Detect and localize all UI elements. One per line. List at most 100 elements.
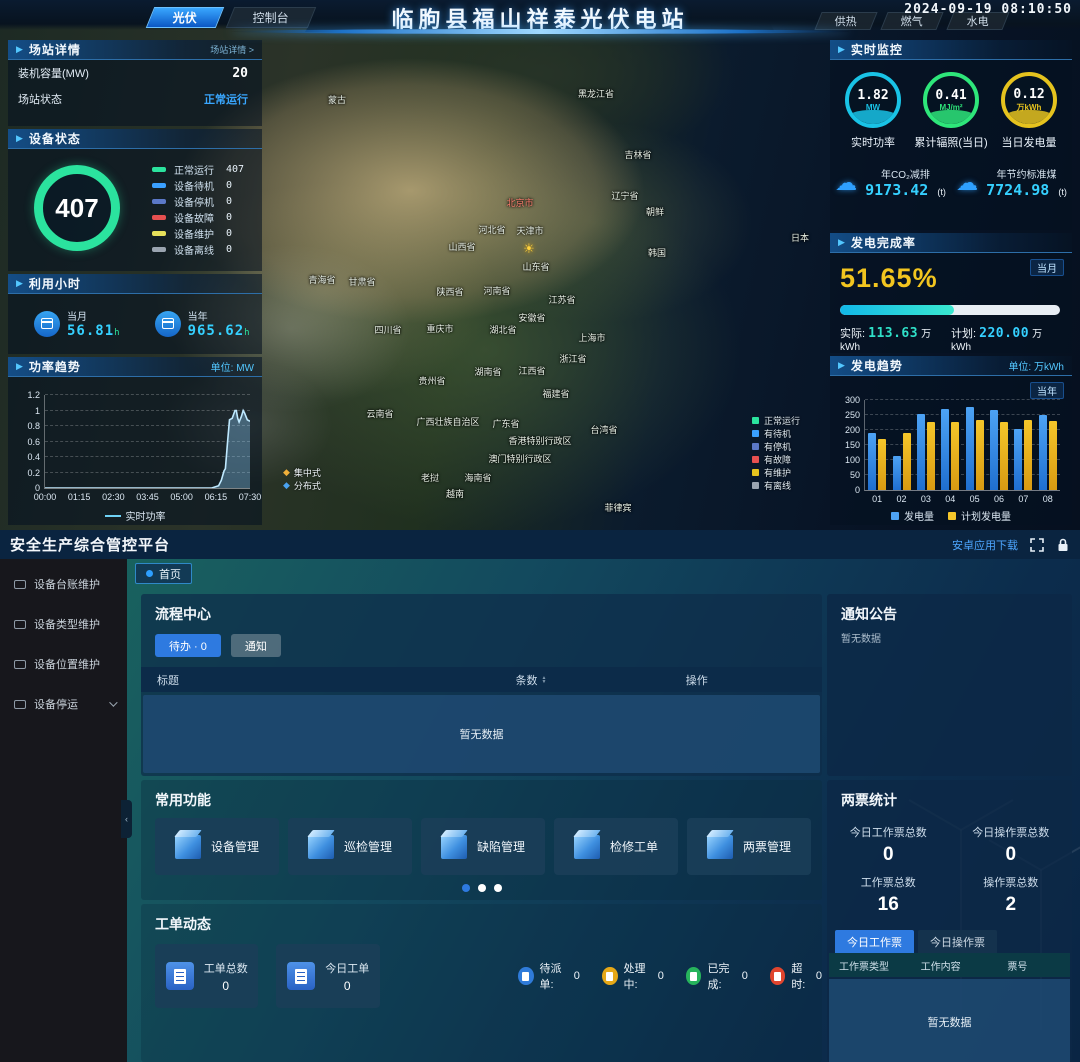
lock-icon[interactable] <box>1056 538 1070 552</box>
map-province-label: 广西壮族自治区 <box>416 417 480 427</box>
trend-bar <box>941 409 949 490</box>
legend-label: 设备离线 <box>174 242 226 257</box>
quick-function-card[interactable]: 设备管理 <box>155 818 279 875</box>
stat-text: 工单总数0 <box>204 960 248 993</box>
station-marker-icon[interactable]: ☀ <box>523 241 535 257</box>
device-legend-item: 设备维护0 <box>152 225 244 241</box>
quick-function-card[interactable]: 巡检管理 <box>288 818 412 875</box>
ticket-tab[interactable]: 今日操作票 <box>918 930 997 953</box>
x-tick-label: 01 <box>872 494 882 504</box>
quick-function-card[interactable]: 检修工单 <box>554 818 678 875</box>
solar-dashboard: 蒙古黑龙江省吉林省辽宁省朝鲜韩国日本北京市天津市河北省山西省山东省河南省江苏省安… <box>0 0 1080 530</box>
arrow-icon: ▶ <box>16 44 23 55</box>
ticket-stat-value: 2 <box>950 894 1073 916</box>
sidebar-item[interactable]: 设备类型维护 <box>0 609 127 639</box>
quick-function-card[interactable]: 两票管理 <box>687 818 811 875</box>
sidebar-collapse-handle[interactable]: ‹ <box>121 800 132 838</box>
panel-header: ▶ 利用小时 <box>8 274 262 294</box>
function-label: 缺陷管理 <box>477 838 525 855</box>
status-dot-icon <box>518 967 534 985</box>
panel-header: ▶ 发电完成率 <box>830 233 1072 253</box>
utilization-value: 56.81h <box>67 323 121 339</box>
arrow-icon: ▶ <box>16 133 23 144</box>
panel-realtime-monitor: ▶ 实时监控 1.82MW实时功率0.41MJ/m²累计辐照(当日)0.12万k… <box>830 40 1072 230</box>
chevron-down-icon <box>109 698 117 706</box>
trend-bar <box>1049 421 1057 490</box>
y-tick-label: 150 <box>845 440 860 450</box>
arrow-icon: ▶ <box>838 360 845 371</box>
env-value: 9173.42 (t) <box>865 181 946 199</box>
trend-bar <box>951 422 959 490</box>
calendar-icon <box>155 311 181 337</box>
station-detail-link[interactable]: 场站详情 > <box>210 43 254 56</box>
x-tick-label: 06 <box>994 494 1004 504</box>
sidebar-item[interactable]: 设备停运 <box>0 689 127 719</box>
solar-nav-tab[interactable]: 光伏 <box>146 7 225 28</box>
flow-filter-button[interactable]: 待办 · 0 <box>155 634 221 657</box>
legend-swatch <box>152 199 166 204</box>
map-province-label: 朝鲜 <box>623 207 687 217</box>
completion-percent: 51.65% <box>840 263 938 294</box>
order-status-item: 待派单: 0 <box>518 960 580 992</box>
legend-swatch <box>891 512 899 520</box>
utilization-item: 当年965.62h <box>155 308 251 339</box>
android-download-link[interactable]: 安卓应用下载 <box>952 537 1018 553</box>
legend-label: 计划发电量 <box>961 508 1011 523</box>
status-value: 0 <box>655 970 664 982</box>
stat-label: 今日工单 <box>325 960 369 976</box>
card-title: 常用功能 <box>141 780 822 810</box>
panel-station-detail: ▶ 场站详情 场站详情 > 装机容量(MW)20场站状态正常运行 <box>8 40 262 126</box>
utility-nav-tab[interactable]: 供热 <box>814 12 877 30</box>
map-province-label: 浙江省 <box>541 354 605 364</box>
order-status-item: 处理中: 0 <box>602 960 664 992</box>
fullscreen-icon[interactable] <box>1030 538 1044 552</box>
y-tick-label: 1.2 <box>27 390 40 400</box>
legend-value: 0 <box>226 244 232 255</box>
device-legend-item: 设备故障0 <box>152 209 244 225</box>
card-title: 流程中心 <box>141 594 822 624</box>
carousel-dot[interactable] <box>494 884 502 892</box>
sidebar-item[interactable]: 设备台账维护 <box>0 569 127 599</box>
row-value: 20 <box>232 66 248 81</box>
work-order-stat-card[interactable]: 今日工单0 <box>276 944 379 1008</box>
panel-title: 发电趋势 <box>851 357 903 374</box>
ticket-tab[interactable]: 今日工作票 <box>835 930 914 953</box>
pin-icon: ◆ <box>283 480 290 491</box>
map-province-label: 香港特别行政区 <box>508 436 572 446</box>
tab-home[interactable]: 首页 <box>135 563 192 584</box>
work-order-stat-card[interactable]: 工单总数0 <box>155 944 258 1008</box>
map-mode-item[interactable]: ◆分布式 <box>283 479 321 492</box>
flow-filter-button[interactable]: 通知 <box>231 634 281 657</box>
gauge-circle: 0.41MJ/m² <box>923 72 979 128</box>
arrow-icon: ▶ <box>838 44 845 55</box>
map-province-label: 重庆市 <box>408 324 472 334</box>
device-icon <box>14 620 26 629</box>
power-line <box>45 395 250 488</box>
quick-function-card[interactable]: 缺陷管理 <box>421 818 545 875</box>
solar-nav-tab[interactable]: 控制台 <box>226 7 317 28</box>
panel-generation-completion: ▶ 发电完成率 当月 51.65% 实际: 113.63 万kWh 计划: 22… <box>830 233 1072 353</box>
map-legend-item: 有故障 <box>752 453 800 466</box>
x-tick-label: 07 <box>1018 494 1028 504</box>
sort-icon[interactable]: ▲▼ <box>542 676 547 684</box>
carousel-dot[interactable] <box>478 884 486 892</box>
stat-text: 今日工单0 <box>325 960 369 993</box>
panel-title: 功率趋势 <box>29 358 81 375</box>
panel-title: 实时监控 <box>851 41 903 58</box>
legend-swatch <box>152 231 166 236</box>
legend-value: 0 <box>226 196 232 207</box>
panel-generation-trend: ▶ 发电趋势 单位: 万kWh 当年 050100150200250300010… <box>830 356 1072 525</box>
panel-title: 设备状态 <box>29 130 81 147</box>
sidebar-item[interactable]: 设备位置维护 <box>0 649 127 679</box>
status-value: 0 <box>813 970 822 982</box>
map-province-label: 黑龙江省 <box>564 89 628 99</box>
device-icon <box>14 700 26 709</box>
env-stat: ☁年CO₂减排9173.42 (t) <box>835 166 946 199</box>
carousel-dot[interactable] <box>462 884 470 892</box>
gauge-circle: 0.12万kWh <box>1001 72 1057 128</box>
map-mode-item[interactable]: ◆集中式 <box>283 466 321 479</box>
gauge-circle: 1.82MW <box>845 72 901 128</box>
column-header[interactable]: 条数▲▼ <box>516 672 686 688</box>
y-tick-label: 1 <box>35 406 40 416</box>
ticket-stat-value: 16 <box>827 894 950 916</box>
